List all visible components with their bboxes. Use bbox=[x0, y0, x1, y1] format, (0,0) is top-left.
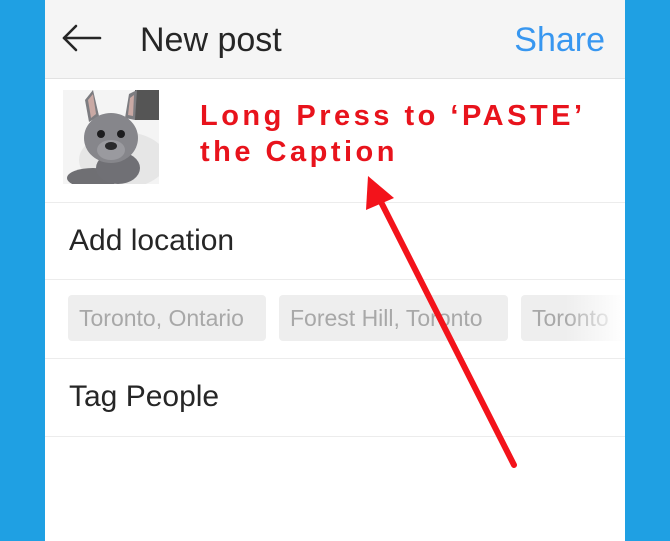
add-location-row[interactable]: Add location bbox=[45, 203, 625, 280]
tag-people-label: Tag People bbox=[69, 380, 220, 413]
new-post-screen: New post Share Add location Toronto, Ont… bbox=[45, 0, 625, 541]
annotation-line-2: the Caption bbox=[200, 136, 398, 168]
location-chip[interactable]: Toronto, Ontario bbox=[68, 295, 266, 341]
add-location-label: Add location bbox=[69, 224, 235, 257]
page-title: New post bbox=[140, 21, 282, 59]
share-button[interactable]: Share bbox=[514, 18, 605, 62]
tag-people-row[interactable]: Tag People bbox=[45, 359, 625, 437]
location-chip[interactable]: Forest Hill, Toronto bbox=[279, 295, 508, 341]
arrow-left-icon bbox=[62, 24, 102, 52]
annotation-line-1: Long Press to ‘PASTE’ bbox=[200, 100, 586, 132]
top-bar: New post Share bbox=[45, 0, 625, 79]
location-chip[interactable]: Toronto bbox=[521, 295, 625, 341]
post-thumbnail bbox=[63, 90, 159, 184]
annotation-text: Long Press to ‘PASTE’ the Caption bbox=[200, 98, 586, 170]
back-button[interactable] bbox=[59, 20, 103, 56]
french-bulldog-photo bbox=[63, 90, 159, 184]
location-suggestions: Toronto, Ontario Forest Hill, Toronto To… bbox=[45, 280, 625, 359]
